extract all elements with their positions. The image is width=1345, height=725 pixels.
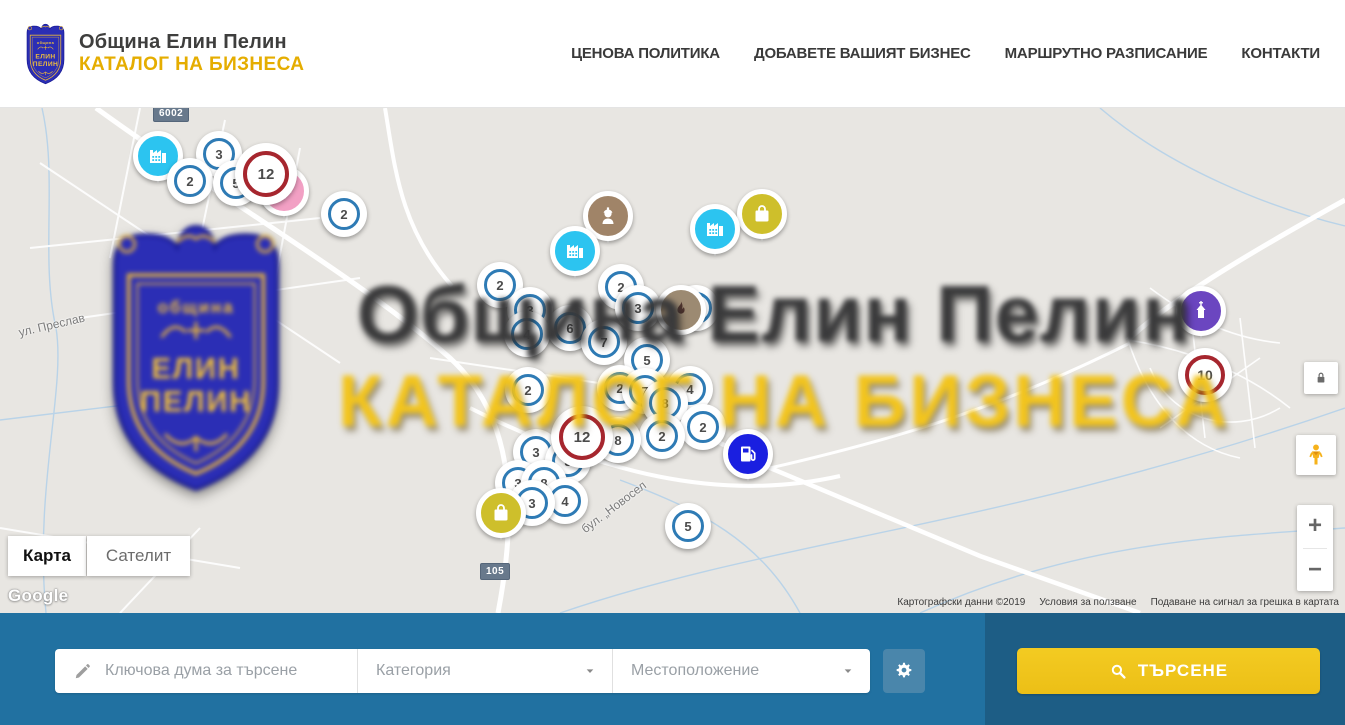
category-dropdown[interactable]: Категория bbox=[357, 649, 612, 693]
map-lock-button[interactable] bbox=[1304, 362, 1338, 394]
attribution-terms-link[interactable]: Условия за ползване bbox=[1039, 597, 1136, 608]
zoom-in-button[interactable]: + bbox=[1297, 505, 1333, 548]
keyword-field-wrap bbox=[55, 649, 357, 693]
watermark-crest: община ЕЛИН ПЕЛИН bbox=[85, 213, 307, 503]
main-nav: ЦЕНОВА ПОЛИТИКА ДОБАВЕТЕ ВАШИЯТ БИЗНЕС М… bbox=[571, 45, 1320, 62]
advanced-settings-button[interactable] bbox=[883, 649, 925, 693]
svg-text:ЕЛИН: ЕЛИН bbox=[151, 353, 240, 386]
keyword-search-input[interactable] bbox=[105, 662, 345, 680]
chevron-down-icon bbox=[840, 663, 856, 679]
site-subtitle: КАТАЛОГ НА БИЗНЕСА bbox=[79, 54, 304, 76]
zoom-out-button[interactable]: − bbox=[1297, 549, 1333, 592]
nav-contacts[interactable]: КОНТАКТИ bbox=[1241, 45, 1320, 62]
header: община ЕЛИН ПЕЛИН Община Елин Пелин КАТА… bbox=[0, 0, 1345, 108]
poi-marker-bag[interactable] bbox=[476, 488, 526, 538]
watermark-subtitle: КАТАЛОГ НА БИЗНЕСА bbox=[338, 360, 1196, 443]
svg-text:ЕЛИН: ЕЛИН bbox=[35, 53, 55, 60]
svg-text:община: община bbox=[158, 297, 235, 317]
cluster-marker[interactable]: 2 bbox=[167, 158, 213, 204]
attribution-copyright: Картографски данни ©2019 bbox=[897, 597, 1025, 608]
watermark-title: Община Елин Пелин bbox=[338, 268, 1210, 360]
attribution-report-link[interactable]: Подаване на сигнал за грешка в картата bbox=[1151, 597, 1339, 608]
chevron-down-icon bbox=[582, 663, 598, 679]
cluster-marker[interactable]: 5 bbox=[665, 503, 711, 549]
svg-text:ПЕЛИН: ПЕЛИН bbox=[33, 61, 58, 68]
cluster-marker[interactable]: 2 bbox=[321, 191, 367, 237]
map-canvas[interactable]: ул. Преслав бул. „Новосел 6002 105 32512… bbox=[0, 108, 1345, 613]
pegman-icon bbox=[1303, 442, 1329, 468]
zoom-control: + − bbox=[1297, 505, 1333, 591]
poi-marker-bag[interactable] bbox=[737, 189, 787, 239]
map-type-map-button[interactable]: Карта bbox=[8, 536, 86, 576]
nav-pricing-policy[interactable]: ЦЕНОВА ПОЛИТИКА bbox=[571, 45, 720, 62]
poi-marker-factory[interactable] bbox=[690, 204, 740, 254]
map-type-switcher: Карта Сателит bbox=[8, 536, 190, 576]
brand-logo-link[interactable]: община ЕЛИН ПЕЛИН Община Елин Пелин КАТА… bbox=[22, 14, 304, 94]
search-icon bbox=[1109, 662, 1128, 681]
nav-add-your-business[interactable]: ДОБАВЕТЕ ВАШИЯТ БИЗНЕС bbox=[754, 45, 971, 62]
category-dropdown-label: Категория bbox=[376, 662, 451, 680]
location-dropdown[interactable]: Местоположение bbox=[612, 649, 870, 693]
lock-icon bbox=[1312, 369, 1330, 387]
search-filters: Категория Местоположение bbox=[55, 649, 870, 693]
map-attribution: Картографски данни ©2019 Условия за полз… bbox=[897, 597, 1339, 608]
location-dropdown-label: Местоположение bbox=[631, 662, 759, 680]
nav-route-schedule[interactable]: МАРШРУТНО РАЗПИСАНИЕ bbox=[1005, 45, 1208, 62]
svg-text:община: община bbox=[37, 39, 55, 44]
cluster-marker[interactable]: 12 bbox=[235, 143, 297, 205]
svg-text:ПЕЛИН: ПЕЛИН bbox=[140, 386, 252, 419]
site-title: Община Елин Пелин bbox=[79, 31, 304, 54]
gear-icon bbox=[893, 660, 915, 682]
municipality-crest-logo: община ЕЛИН ПЕЛИН bbox=[22, 14, 69, 94]
search-submit-button[interactable]: ТЪРСЕНЕ bbox=[1017, 648, 1320, 694]
search-button-label: ТЪРСЕНЕ bbox=[1138, 661, 1228, 681]
pencil-icon bbox=[73, 661, 93, 681]
google-logo[interactable]: Google bbox=[8, 586, 68, 606]
street-view-pegman-button[interactable] bbox=[1296, 435, 1336, 475]
map-type-satellite-button[interactable]: Сателит bbox=[87, 536, 190, 576]
search-bar: Категория Местоположение ТЪРСЕНЕ bbox=[0, 613, 1345, 725]
